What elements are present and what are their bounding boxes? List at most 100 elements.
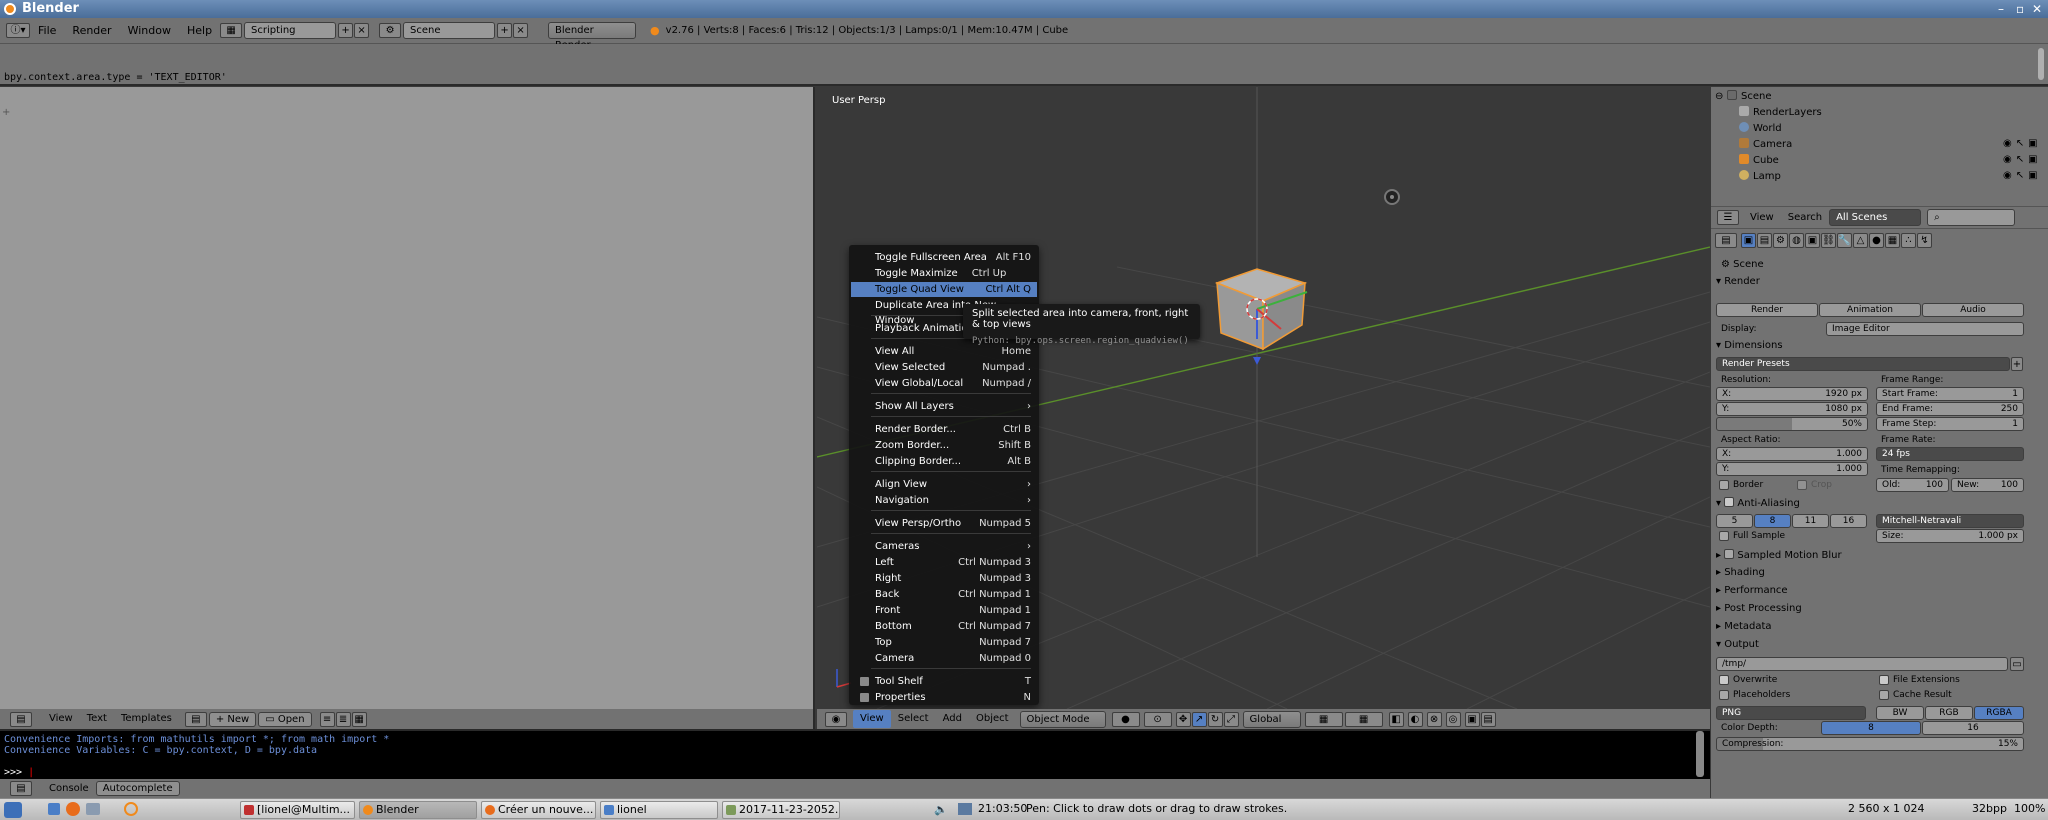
outliner[interactable]: ⊖ Scene RenderLayers World Camera Cube L… [1711, 87, 2048, 206]
scene-icon[interactable]: ⚙ [379, 23, 402, 38]
color-rgba-button[interactable]: RGBA [1974, 706, 2024, 720]
tab-object-icon[interactable]: ▣ [1805, 233, 1820, 248]
menu-item-back[interactable]: Back Ctrl Numpad 1 [851, 587, 1037, 602]
outliner-item-renderlayers[interactable]: RenderLayers [1739, 106, 1822, 118]
resolution-percentage-slider[interactable]: 50% [1716, 417, 1868, 431]
resolution-y-field[interactable]: Y: 1080 px [1716, 402, 1868, 416]
aa-sample-16[interactable]: 16 [1830, 514, 1867, 528]
aspect-x-field[interactable]: X: 1.000 [1716, 447, 1868, 461]
menu-item-align-view[interactable]: Align View › [851, 477, 1037, 492]
task-screenshot[interactable]: 2017-11-23-2052... [722, 801, 840, 819]
display-mode-select[interactable]: All Scenes [1829, 209, 1922, 226]
task-files[interactable]: lionel [600, 801, 718, 819]
aa-filter-select[interactable]: Mitchell-Netravali [1876, 514, 2024, 528]
outliner-menu-search[interactable]: Search [1781, 208, 1829, 228]
animation-button[interactable]: Animation [1819, 303, 1921, 317]
tab-render-icon[interactable]: ▣ [1741, 233, 1756, 248]
network-icon[interactable] [958, 803, 972, 815]
panel-output-header[interactable]: ▾ Output [1716, 639, 1759, 650]
compression-slider[interactable]: Compression: 15% [1716, 737, 2024, 751]
editor-type-icon[interactable]: ▤ [10, 781, 32, 796]
manipulator-icon[interactable]: ✥ [1175, 711, 1191, 727]
add-preset-icon[interactable]: + [2011, 357, 2023, 371]
render-engine-select[interactable]: Blender Render [548, 22, 637, 51]
menu-item-clipping-border[interactable]: Clipping Border... Alt B [851, 454, 1037, 469]
task-terminal[interactable]: [lionel@Multim... [240, 801, 355, 819]
rotate-icon[interactable]: ↻ [1207, 711, 1223, 727]
tab-world-icon[interactable]: ◍ [1789, 233, 1804, 248]
menu-item-show-all-layers[interactable]: Show All Layers › [851, 399, 1037, 414]
line-numbers-toggle[interactable]: ≡ [319, 711, 335, 727]
start-frame-field[interactable]: Start Frame: 1 [1876, 387, 2024, 401]
menu-item-render-border[interactable]: Render Border... Ctrl B [851, 422, 1037, 437]
remove-scene-icon[interactable]: × [513, 23, 529, 38]
shading-select-icon[interactable]: ● [1111, 711, 1140, 727]
menu-item-navigation[interactable]: Navigation › [851, 493, 1037, 508]
audio-button[interactable]: Audio [1922, 303, 2024, 317]
minimize-icon[interactable]: – [1998, 0, 2004, 18]
menu-file[interactable]: File [30, 18, 64, 44]
blender-launcher-icon[interactable] [124, 802, 138, 816]
folder-browse-icon[interactable]: ▭ [2010, 657, 2024, 671]
panel-antialiasing-header[interactable]: ▾ Anti-Aliasing [1716, 497, 1800, 509]
tab-texture-icon[interactable]: ▦ [1885, 233, 1900, 248]
border-checkbox[interactable] [1719, 480, 1729, 490]
panel-performance-header[interactable]: ▸ Performance [1716, 585, 1788, 596]
scale-icon[interactable]: ⤢ [1223, 711, 1239, 727]
layers-grid-2[interactable]: ▦ [1344, 711, 1383, 727]
task-blender[interactable]: Blender [359, 801, 477, 819]
z-arrow-head[interactable] [1253, 357, 1261, 365]
orientation-select[interactable]: Global [1242, 710, 1301, 728]
word-wrap-toggle[interactable]: ≣ [335, 711, 351, 727]
panel-metadata-header[interactable]: ▸ Metadata [1716, 621, 1772, 632]
te-menu-templates[interactable]: Templates [114, 709, 179, 729]
end-frame-field[interactable]: End Frame: 250 [1876, 402, 2024, 416]
antialiasing-checkbox[interactable] [1724, 497, 1735, 507]
editor-type-icon[interactable]: ⓘ▾ [6, 23, 30, 38]
vp-menu-add[interactable]: Add [936, 709, 969, 729]
tab-modifiers-icon[interactable]: 🔧 [1837, 233, 1852, 248]
menu-item-view-global-local[interactable]: View Global/Local Numpad / [851, 376, 1037, 391]
file-manager-icon[interactable] [48, 803, 60, 815]
corner-plus-icon[interactable]: + [2, 107, 10, 118]
time-old-field[interactable]: Old: 100 [1876, 478, 1949, 492]
console-prompt[interactable]: >>> | [4, 767, 1710, 778]
console-menu-console[interactable]: Console [42, 779, 96, 799]
menu-item-view-all[interactable]: View All Home [851, 344, 1037, 359]
cube-object[interactable] [1214, 268, 1308, 351]
crop-checkbox[interactable] [1797, 480, 1807, 490]
placeholders-checkbox[interactable] [1719, 690, 1729, 700]
panel-dimensions-header[interactable]: ▾ Dimensions [1716, 340, 1783, 351]
menu-item-bottom[interactable]: Bottom Ctrl Numpad 7 [851, 619, 1037, 634]
te-menu-text[interactable]: Text [80, 709, 114, 729]
menu-item-properties[interactable]: Properties N [851, 690, 1037, 705]
menu-item-front[interactable]: Front Numpad 1 [851, 603, 1037, 618]
task-firefox[interactable]: Créer un nouve... [481, 801, 596, 819]
camera-visibility-icons[interactable]: ◉↖▣ [2003, 138, 2042, 149]
python-console[interactable]: Convenience Imports: from mathutils impo… [0, 729, 1710, 779]
opengl-anim-icon[interactable]: ▤ [1480, 711, 1496, 727]
text-browse-icon[interactable]: ▤ [184, 711, 207, 727]
motion-blur-checkbox[interactable] [1724, 549, 1735, 559]
tab-data-icon[interactable]: △ [1853, 233, 1868, 248]
editor-type-icon[interactable]: ◉ [825, 711, 847, 727]
outliner-item-scene[interactable]: Scene [1727, 90, 1772, 102]
report-scrollbar[interactable] [2038, 48, 2044, 80]
outliner-search-input[interactable]: ⌕ [1927, 209, 2016, 226]
editor-type-icon[interactable]: ☰ [1717, 210, 1739, 225]
vp-menu-object[interactable]: Object [969, 709, 1016, 729]
remove-layout-icon[interactable]: × [354, 23, 370, 38]
time-new-field[interactable]: New: 100 [1951, 478, 2024, 492]
console-scrollbar[interactable] [1696, 731, 1704, 777]
outliner-item-world[interactable]: World [1739, 122, 1782, 134]
tab-layers-icon[interactable]: ▤ [1757, 233, 1772, 248]
overwrite-checkbox[interactable] [1719, 675, 1729, 685]
menu-item-view-selected[interactable]: View Selected Numpad . [851, 360, 1037, 375]
maximize-icon[interactable]: ▫ [2016, 0, 2024, 18]
open-text-button[interactable]: ▭ Open [258, 711, 312, 727]
display-select[interactable]: Image Editor [1826, 322, 2024, 336]
add-scene-icon[interactable]: + [497, 23, 513, 38]
lamp-visibility-icons[interactable]: ◉↖▣ [2003, 170, 2042, 181]
menu-item-top[interactable]: Top Numpad 7 [851, 635, 1037, 650]
aa-sample-5[interactable]: 5 [1716, 514, 1753, 528]
